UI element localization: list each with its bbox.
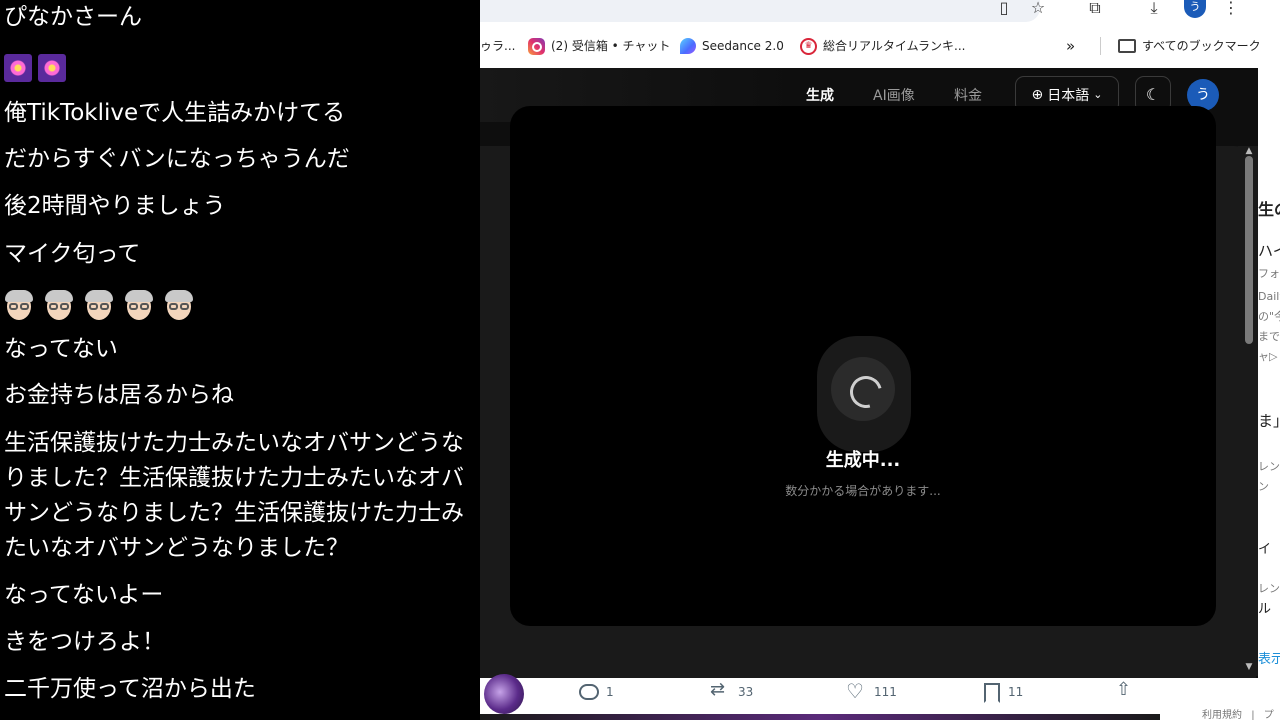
chat-message: お金持ちは居るからね <box>4 382 234 408</box>
side-text: ル <box>1258 602 1272 617</box>
bookmark-count: 11 <box>1008 685 1024 699</box>
retweet-count: 33 <box>738 685 754 699</box>
browser-window: ▯ ☆ ⧉ ⤓ う ⋮ ゥラ... (2) 受信箱 • チャット Seedanc… <box>480 0 1280 720</box>
bookmarks-bar: ゥラ... (2) 受信箱 • チャット Seedance 2.0 ♛ 総合リアル… <box>480 24 1280 68</box>
share-button[interactable] <box>1114 679 1134 702</box>
chat-overlay: ぴなかさーん 俺TikTokliveで人生詰みかけてる だからすぐバンになっちゃ… <box>0 0 480 720</box>
side-text: Daily <box>1258 290 1280 303</box>
side-text: まで <box>1258 330 1280 343</box>
side-text: ン <box>1258 480 1269 493</box>
scroll-up-icon[interactable]: ▲ <box>1243 146 1255 156</box>
chevron-down-icon: ⌄ <box>1093 88 1103 101</box>
generating-subtitle: 数分かかる場合があります... <box>785 484 941 498</box>
star-icon[interactable]: ☆ <box>1028 0 1048 20</box>
bookmark-item[interactable]: ゥラ... <box>480 36 515 56</box>
retweet-icon <box>710 679 730 702</box>
extensions-icon[interactable]: ⧉ <box>1085 0 1105 20</box>
footer-links: 利用規約 | プ <box>1202 706 1274 720</box>
fireworks-icon <box>38 53 66 82</box>
ranking-icon: ♛ <box>800 37 817 55</box>
profile-avatar[interactable]: う <box>1184 0 1206 18</box>
footer-link[interactable]: プ <box>1264 710 1274 720</box>
all-bookmarks[interactable]: すべてのブックマーク <box>1118 36 1261 56</box>
side-text: 生の <box>1258 200 1280 219</box>
seedance-icon <box>680 38 696 54</box>
moon-icon: ☾ <box>1145 85 1161 104</box>
chat-message: ぴなかさーん <box>4 4 142 30</box>
bookmark-label: Seedance 2.0 <box>702 39 784 53</box>
language-label: 日本語 <box>1047 87 1090 104</box>
show-more-link[interactable]: 表示 <box>1258 648 1280 667</box>
bookmark-label: すべてのブックマーク <box>1142 39 1261 53</box>
chat-message: なってない <box>4 336 118 362</box>
chat-message: だからすぐバンになっちゃうんだ <box>4 146 350 172</box>
share-icon <box>1114 679 1134 702</box>
bottom-image-strip <box>480 714 1160 720</box>
reply-icon <box>578 682 599 702</box>
chat-message: 俺TikTokliveで人生詰みかけてる <box>4 100 346 126</box>
side-text: の"今 <box>1258 310 1280 323</box>
address-bar[interactable] <box>480 0 1040 22</box>
chat-message: 後2時間やりましょう <box>4 193 226 219</box>
download-icon[interactable]: ⤓ <box>1144 0 1164 20</box>
footer-separator: | <box>1251 710 1255 720</box>
side-text: ま」 <box>1258 412 1280 430</box>
more-menu-icon[interactable]: ⋮ <box>1221 0 1241 20</box>
heart-icon <box>846 679 866 703</box>
side-text: フォ <box>1258 267 1280 280</box>
nav-generate[interactable]: 生成 <box>806 85 834 105</box>
chat-message-emoji <box>4 288 480 323</box>
terms-link[interactable]: 利用規約 <box>1202 710 1242 720</box>
chat-message: 二千万使って沼から出た <box>4 676 256 702</box>
side-text: イ <box>1258 542 1272 557</box>
old-man-emoji-icon <box>84 289 114 322</box>
folder-icon <box>1118 39 1136 53</box>
bookmark-ranking[interactable]: ♛ 総合リアルタイムランキ... <box>800 36 965 56</box>
bookmark-icon <box>980 682 1000 703</box>
bookmark-seedance[interactable]: Seedance 2.0 <box>680 36 784 56</box>
side-text: レン <box>1258 460 1280 473</box>
fireworks-icon <box>4 53 32 82</box>
side-text: レン <box>1258 582 1280 595</box>
side-text: ャ▷ <box>1258 350 1278 363</box>
bookmark-instagram[interactable]: (2) 受信箱 • チャット <box>528 36 670 56</box>
scroll-down-icon[interactable]: ▼ <box>1243 662 1255 672</box>
globe-icon: ⊕ <box>1031 86 1044 103</box>
bookmark-button[interactable]: 11 <box>980 682 1024 703</box>
reply-count: 1 <box>606 685 614 699</box>
scrollbar-thumb[interactable] <box>1245 156 1253 344</box>
retweet-button[interactable]: 33 <box>710 679 754 702</box>
side-text: ハイ <box>1258 242 1280 260</box>
tweet-author-avatar[interactable] <box>484 674 524 714</box>
chat-message: マイク匂って <box>4 241 141 267</box>
bookmark-label: (2) 受信箱 • チャット <box>551 39 671 53</box>
old-man-emoji-icon <box>44 289 74 322</box>
nav-pricing[interactable]: 料金 <box>954 85 982 105</box>
bookmark-divider <box>1100 37 1101 55</box>
nav-ai-image[interactable]: AI画像 <box>873 85 915 105</box>
like-button[interactable]: 111 <box>846 679 897 703</box>
reply-button[interactable]: 1 <box>578 682 614 702</box>
bookmark-label: 総合リアルタイムランキ... <box>823 39 966 53</box>
instagram-icon <box>528 37 545 55</box>
old-man-emoji-icon <box>124 289 154 322</box>
bookmarks-overflow-button[interactable]: » <box>1066 36 1075 56</box>
chat-message: 生活保護抜けた力士みたいなオバサンどうなりました？生活保護抜けた力士みたいなオバ… <box>4 430 464 561</box>
old-man-emoji-icon <box>164 289 194 322</box>
bookmark-label: ゥラ... <box>480 39 516 53</box>
loading-spinner-icon <box>831 357 895 421</box>
chat-message: なってないよー <box>4 582 164 608</box>
page-icon[interactable]: ▯ <box>994 0 1014 20</box>
old-man-emoji-icon <box>4 289 34 322</box>
generating-title: 生成中... <box>825 450 901 471</box>
chat-message: きをつけろよ！ <box>4 629 165 655</box>
background-page-fragment: 生の ハイ フォ Daily の"今 まで ャ▷ ま」 レン ン イ レン ル … <box>1258 68 1280 720</box>
browser-toolbar: ▯ ☆ ⧉ ⤓ う ⋮ <box>480 0 1280 24</box>
like-count: 111 <box>874 685 897 699</box>
chat-message-emoji <box>4 50 480 85</box>
